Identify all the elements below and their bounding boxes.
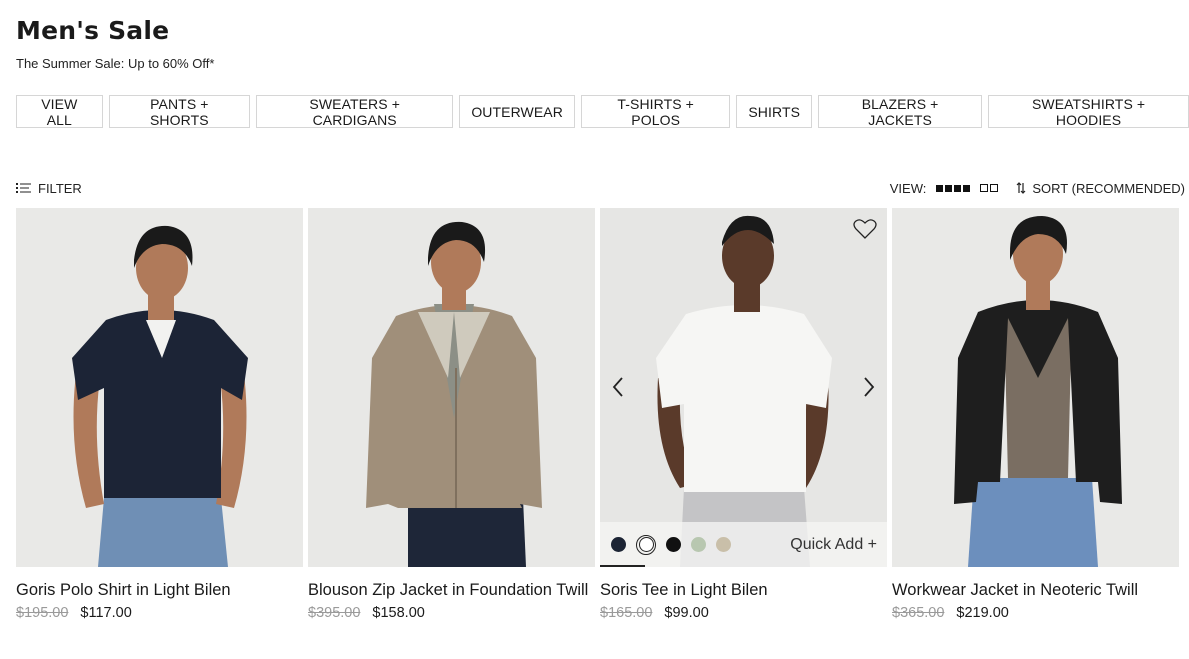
category-sweaters-cardigans[interactable]: SWEATERS + CARDIGANS: [256, 95, 454, 128]
view-label: VIEW:: [889, 180, 927, 196]
page-subtitle: The Summer Sale: Up to 60% Off*: [16, 56, 215, 71]
swatch-bar: Quick Add +: [600, 522, 887, 567]
product-name[interactable]: Blouson Zip Jacket in Foundation Twill: [308, 579, 595, 601]
price-row: $365.00 $219.00: [892, 605, 1179, 621]
category-nav: VIEW ALL PANTS + SHORTS SWEATERS + CARDI…: [16, 95, 1189, 128]
color-swatch[interactable]: [691, 537, 706, 552]
original-price: $165.00: [600, 605, 653, 621]
category-view-all[interactable]: VIEW ALL: [16, 95, 103, 128]
model-photo: [308, 208, 595, 567]
product-name[interactable]: Goris Polo Shirt in Light Bilen: [16, 579, 303, 601]
quick-add-button[interactable]: Quick Add +: [790, 536, 877, 554]
category-shirts[interactable]: SHIRTS: [736, 95, 813, 128]
toolbar-right: VIEW: SORT (RECOMMENDED): [890, 181, 1185, 196]
model-photo: [892, 208, 1179, 567]
sort-label: SORT (RECOMMENDED): [1032, 180, 1185, 196]
sort-button[interactable]: SORT (RECOMMENDED): [1016, 181, 1185, 196]
category-sweatshirts-hoodies[interactable]: SWEATSHIRTS + HOODIES: [988, 95, 1189, 128]
heart-icon[interactable]: [853, 218, 877, 240]
original-price: $195.00: [16, 605, 69, 621]
chevron-left-icon[interactable]: [610, 376, 626, 398]
toolbar: FILTER VIEW: SORT (RECOMMENDED): [16, 178, 1185, 198]
product-card: Workwear Jacket in Neoteric Twill $365.0…: [892, 208, 1179, 621]
category-pants-shorts[interactable]: PANTS + SHORTS: [108, 95, 251, 128]
product-card: Blouson Zip Jacket in Foundation Twill $…: [308, 208, 595, 621]
product-card: Quick Add + Soris Tee in Light Bilen $16…: [600, 208, 887, 621]
category-tshirts-polos[interactable]: T-SHIRTS + POLOS: [580, 95, 731, 128]
color-swatch-selected[interactable]: [636, 534, 656, 555]
category-outerwear[interactable]: OUTERWEAR: [459, 95, 575, 128]
product-image[interactable]: Quick Add +: [600, 208, 887, 567]
price-row: $195.00 $117.00: [16, 605, 303, 621]
product-name[interactable]: Soris Tee in Light Bilen: [600, 579, 887, 601]
original-price: $395.00: [308, 605, 361, 621]
color-swatch[interactable]: [666, 537, 681, 552]
slide-indicator: [600, 565, 645, 567]
sale-price: $219.00: [956, 605, 1009, 621]
grid-2-icon[interactable]: [980, 184, 999, 192]
filter-button[interactable]: FILTER: [16, 181, 82, 196]
color-swatch[interactable]: [611, 537, 626, 552]
sort-arrows-icon: [1016, 182, 1026, 194]
model-photo: [16, 208, 303, 567]
product-name[interactable]: Workwear Jacket in Neoteric Twill: [892, 579, 1179, 601]
filter-list-icon: [16, 183, 31, 193]
product-image[interactable]: [892, 208, 1179, 567]
product-image[interactable]: [16, 208, 303, 567]
price-row: $165.00 $99.00: [600, 605, 887, 621]
grid-4-icon[interactable]: [936, 184, 971, 192]
price-row: $395.00 $158.00: [308, 605, 595, 621]
product-image[interactable]: [308, 208, 595, 567]
sale-price: $158.00: [372, 605, 425, 621]
product-grid: Goris Polo Shirt in Light Bilen $195.00 …: [16, 208, 1179, 621]
chevron-right-icon[interactable]: [861, 376, 877, 398]
original-price: $365.00: [892, 605, 945, 621]
product-card: Goris Polo Shirt in Light Bilen $195.00 …: [16, 208, 303, 621]
filter-label: FILTER: [38, 180, 82, 196]
color-swatch[interactable]: [716, 537, 731, 552]
page-title: Men's Sale: [16, 16, 170, 45]
sale-price: $99.00: [664, 605, 709, 621]
model-photo: [600, 208, 887, 567]
category-blazers-jackets[interactable]: BLAZERS + JACKETS: [818, 95, 983, 128]
sale-price: $117.00: [80, 605, 132, 621]
